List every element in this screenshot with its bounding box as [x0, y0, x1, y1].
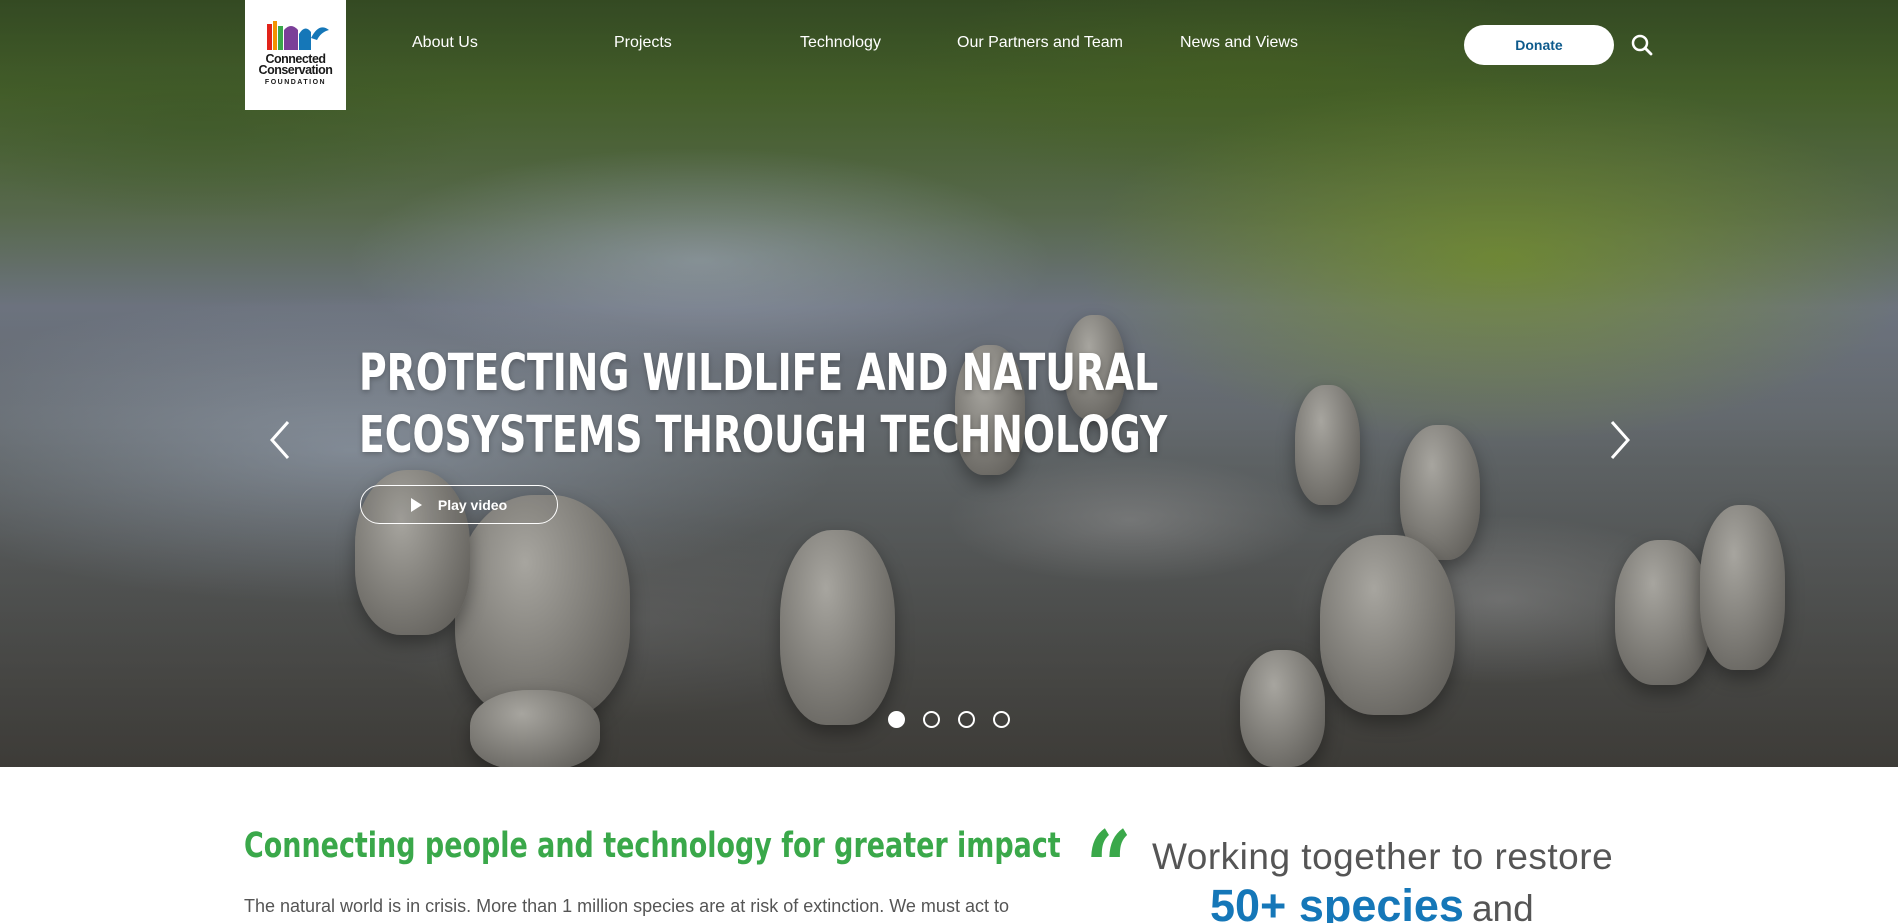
hero-headline: PROTECTING WILDLIFE AND NATURAL ECOSYSTE…: [359, 343, 1168, 467]
quote-highlight: 50+ species: [1210, 880, 1464, 923]
quote-line-2: 50+ species and: [1210, 880, 1534, 923]
elephant-shape: [455, 495, 630, 720]
hero-headline-line-2: ECOSYSTEMS THROUGH TECHNOLOGY: [359, 406, 1168, 465]
carousel-dot-4[interactable]: [993, 711, 1010, 728]
logo-tagline: FOUNDATION: [264, 79, 327, 86]
logo-wordmark: Connected Conservation: [258, 53, 333, 77]
elephant-shape: [1320, 535, 1455, 715]
logo-animals-icon: [266, 21, 329, 50]
chevron-right-icon[interactable]: [1606, 418, 1634, 462]
nav-news-views[interactable]: News and Views: [1180, 34, 1298, 52]
play-icon: [410, 497, 422, 512]
elephant-shape: [1615, 540, 1710, 685]
play-video-label: Play video: [437, 496, 508, 513]
carousel-dot-3[interactable]: [958, 711, 975, 728]
intro-text: The natural world is in crisis. More tha…: [244, 896, 1009, 916]
carousel-pagination: [888, 711, 1010, 728]
quote-mark-icon: “: [1085, 809, 1132, 923]
nav-about-us[interactable]: About Us: [412, 34, 478, 52]
donate-button[interactable]: Donate: [1464, 25, 1614, 65]
elephant-shape: [1700, 505, 1785, 670]
elephant-shape: [780, 530, 895, 725]
elephant-shape: [1295, 385, 1360, 505]
site-logo[interactable]: Connected Conservation FOUNDATION: [245, 0, 346, 110]
nav-technology[interactable]: Technology: [800, 34, 881, 52]
hero-headline-line-1: PROTECTING WILDLIFE AND NATURAL: [359, 344, 1159, 403]
play-video-button[interactable]: Play video: [360, 485, 558, 524]
quote-line-1: Working together to restore: [1152, 836, 1614, 877]
quote-after: and: [1471, 888, 1534, 923]
carousel-dot-1[interactable]: [888, 711, 905, 728]
logo-line-2: Conservation: [258, 63, 333, 77]
intro-title: Connecting people and technology for gre…: [244, 826, 1061, 866]
chevron-left-icon[interactable]: [266, 418, 294, 462]
carousel-dot-2[interactable]: [923, 711, 940, 728]
elephant-shape: [1240, 650, 1325, 767]
elephant-shape: [470, 690, 600, 767]
nav-partners-team[interactable]: Our Partners and Team: [957, 34, 1123, 52]
nav-projects[interactable]: Projects: [614, 34, 672, 52]
search-icon[interactable]: [1630, 33, 1654, 57]
